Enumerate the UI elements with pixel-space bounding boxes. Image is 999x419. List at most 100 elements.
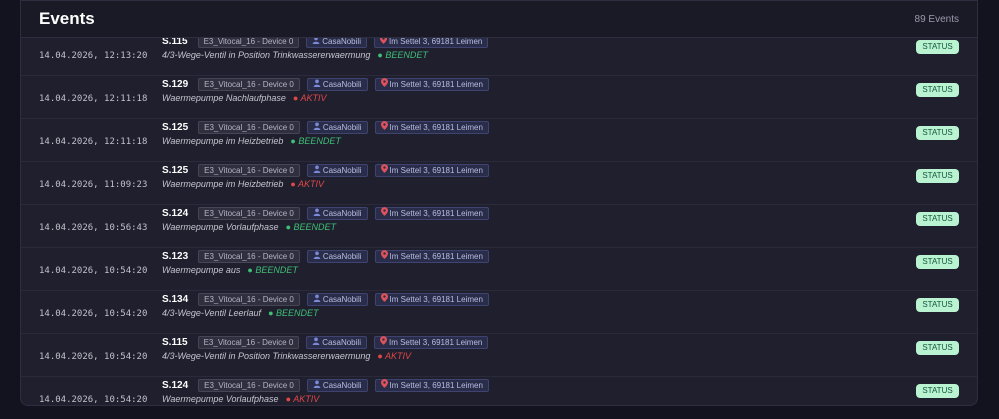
user-icon <box>313 380 321 392</box>
event-description: 4/3-Wege-Ventil Leerlauf <box>162 308 262 318</box>
event-timestamp: 14.04.2026, 11:09:23 <box>39 180 148 190</box>
event-count: 89 Events <box>914 13 959 25</box>
event-header-line: S.134 E3_Vitocal_16 - Device 0 CasaNobil… <box>162 293 489 306</box>
location-tag: Im Settel 3, 69181 Leimen <box>374 379 489 392</box>
location-tag-label: Im Settel 3, 69181 Leimen <box>389 208 483 218</box>
user-icon <box>312 337 320 349</box>
location-tag-label: Im Settel 3, 69181 Leimen <box>389 79 483 89</box>
event-state: ● AKTIV <box>290 179 324 189</box>
dot-icon: ● <box>268 308 274 318</box>
status-button[interactable]: STATUS <box>916 341 959 355</box>
device-tag: E3_Vitocal_16 - Device 0 <box>198 293 300 306</box>
location-tag-label: Im Settel 3, 69181 Leimen <box>389 122 483 132</box>
event-detail-line: Waermepumpe Nachlaufphase ● AKTIV <box>162 93 327 103</box>
device-tag: E3_Vitocal_16 - Device 0 <box>198 164 300 177</box>
status-button[interactable]: STATUS <box>916 169 959 183</box>
event-row: 14.04.2026, 12:13:20 S.115 E3_Vitocal_16… <box>21 38 977 76</box>
page-title: Events <box>39 9 95 28</box>
user-icon <box>313 208 321 220</box>
user-tag-label: CasaNobili <box>322 122 362 132</box>
device-tag-label: E3_Vitocal_16 - Device 0 <box>204 122 294 132</box>
event-state: ● BEENDET <box>377 50 427 60</box>
event-row: 14.04.2026, 11:09:23 S.125 E3_Vitocal_16… <box>21 162 977 205</box>
event-state-label: BEENDET <box>385 50 428 60</box>
map-pin-icon <box>380 78 388 91</box>
status-button[interactable]: STATUS <box>916 212 959 226</box>
map-pin-icon <box>380 379 388 392</box>
map-pin-icon <box>380 293 388 306</box>
event-description: Waermepumpe im Heizbetrieb <box>162 179 284 189</box>
event-code: S.125 <box>162 122 189 133</box>
event-code: S.124 <box>162 380 189 391</box>
user-tag: CasaNobili <box>306 78 368 91</box>
user-tag: CasaNobili <box>306 164 368 177</box>
status-button[interactable]: STATUS <box>916 384 959 398</box>
event-state-label: AKTIV <box>385 351 412 361</box>
device-tag: E3_Vitocal_16 - Device 0 <box>198 207 300 220</box>
event-timestamp: 14.04.2026, 12:11:18 <box>39 137 148 147</box>
status-button[interactable]: STATUS <box>916 255 959 269</box>
event-timestamp: 14.04.2026, 10:54:20 <box>39 352 148 362</box>
event-state-label: AKTIV <box>300 93 327 103</box>
event-code: S.115 <box>162 337 188 348</box>
event-header-line: S.115 E3_Vitocal_16 - Device 0 CasaNobil… <box>162 38 489 48</box>
event-header-line: S.124 E3_Vitocal_16 - Device 0 CasaNobil… <box>162 379 489 392</box>
device-tag-label: E3_Vitocal_16 - Device 0 <box>203 38 294 46</box>
map-pin-icon <box>379 38 387 48</box>
event-state-label: AKTIV <box>293 394 320 404</box>
event-header-line: S.123 E3_Vitocal_16 - Device 0 CasaNobil… <box>162 250 489 263</box>
user-tag-label: CasaNobili <box>322 165 362 175</box>
location-tag: Im Settel 3, 69181 Leimen <box>374 250 489 263</box>
event-header-line: S.115 E3_Vitocal_16 - Device 0 CasaNobil… <box>162 336 489 349</box>
dot-icon: ● <box>290 136 296 146</box>
dot-icon: ● <box>285 394 292 404</box>
map-pin-icon <box>379 336 387 349</box>
event-header-line: S.125 E3_Vitocal_16 - Device 0 CasaNobil… <box>162 164 489 177</box>
event-detail-line: Waermepumpe im Heizbetrieb ● AKTIV <box>162 179 324 189</box>
event-description: Waermepumpe im Heizbetrieb <box>162 136 284 146</box>
user-tag: CasaNobili <box>306 250 368 263</box>
event-description: Waermepumpe Vorlaufphase <box>162 394 279 404</box>
user-tag: CasaNobili <box>306 38 367 48</box>
event-description: 4/3-Wege-Ventil in Position Trinkwassere… <box>162 351 371 361</box>
device-tag-label: E3_Vitocal_16 - Device 0 <box>204 380 294 390</box>
event-row: 14.04.2026, 10:56:43 S.124 E3_Vitocal_16… <box>21 205 977 248</box>
location-tag-label: Im Settel 3, 69181 Leimen <box>389 165 483 175</box>
status-button[interactable]: STATUS <box>916 298 959 312</box>
status-button[interactable]: STATUS <box>916 83 959 97</box>
event-list[interactable]: 14.04.2026, 12:13:20 S.115 E3_Vitocal_16… <box>21 38 977 405</box>
event-detail-line: 4/3-Wege-Ventil in Position Trinkwassere… <box>162 50 428 60</box>
device-tag: E3_Vitocal_16 - Device 0 <box>198 78 300 91</box>
user-tag: CasaNobili <box>306 121 368 134</box>
event-state: ● BEENDET <box>290 136 340 146</box>
location-tag-label: Im Settel 3, 69181 Leimen <box>388 337 483 347</box>
device-tag: E3_Vitocal_16 - Device 0 <box>197 336 300 349</box>
map-pin-icon <box>380 207 388 220</box>
status-button[interactable]: STATUS <box>916 40 959 54</box>
event-detail-line: Waermepumpe im Heizbetrieb ● BEENDET <box>162 136 341 146</box>
user-icon <box>313 122 321 134</box>
location-tag: Im Settel 3, 69181 Leimen <box>374 293 489 306</box>
event-timestamp: 14.04.2026, 10:56:43 <box>39 223 148 233</box>
event-code: S.124 <box>162 208 189 219</box>
event-state: ● BEENDET <box>247 265 297 275</box>
dot-icon: ● <box>292 93 299 103</box>
event-header-line: S.125 E3_Vitocal_16 - Device 0 CasaNobil… <box>162 121 489 134</box>
user-tag-label: CasaNobili <box>322 79 362 89</box>
event-row: 14.04.2026, 10:54:20 S.134 E3_Vitocal_16… <box>21 291 977 334</box>
location-tag-label: Im Settel 3, 69181 Leimen <box>388 38 483 46</box>
location-tag: Im Settel 3, 69181 Leimen <box>374 78 489 91</box>
event-row: 14.04.2026, 12:11:18 S.129 E3_Vitocal_16… <box>21 76 977 119</box>
event-detail-line: Waermepumpe aus ● BEENDET <box>162 265 298 275</box>
events-panel: Events 89 Events 14.04.2026, 12:13:20 S.… <box>20 0 978 406</box>
event-timestamp: 14.04.2026, 12:13:20 <box>39 51 148 61</box>
event-header-line: S.124 E3_Vitocal_16 - Device 0 CasaNobil… <box>162 207 489 220</box>
user-tag: CasaNobili <box>306 336 367 349</box>
location-tag: Im Settel 3, 69181 Leimen <box>373 336 489 349</box>
user-tag: CasaNobili <box>306 379 368 392</box>
user-tag: CasaNobili <box>306 207 368 220</box>
event-timestamp: 14.04.2026, 10:54:20 <box>39 266 148 276</box>
status-button[interactable]: STATUS <box>916 126 959 140</box>
event-code: S.115 <box>162 38 188 47</box>
event-state: ● AKTIV <box>293 93 327 103</box>
